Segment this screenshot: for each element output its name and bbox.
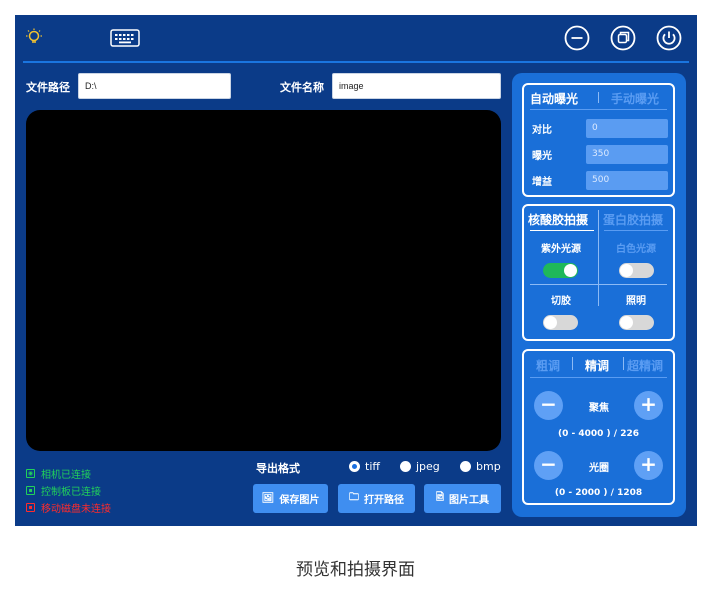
- side-panel: 自动曝光 手动曝光 对比 0 曝光 350 增益 500 核酸胶拍摄 蛋白胶拍摄…: [512, 73, 686, 517]
- minimize-icon[interactable]: [563, 24, 591, 52]
- board-icon: ▪: [26, 486, 35, 495]
- filename-input[interactable]: image: [332, 73, 501, 99]
- radio-tiff[interactable]: tiff: [349, 460, 380, 473]
- adjust-card: 粗调 精调 超精调 − 聚焦 + (0 - 4000 ) / 226 − 光圈 …: [522, 349, 675, 505]
- camera-icon: ◉: [26, 469, 35, 478]
- radio-dot: [400, 461, 411, 472]
- tab-divider: [572, 357, 573, 370]
- aperture-decrease-button[interactable]: −: [534, 451, 563, 480]
- tab-auto-exposure[interactable]: 自动曝光: [530, 90, 578, 107]
- keyboard-icon[interactable]: [109, 28, 141, 48]
- focus-increase-button[interactable]: +: [634, 391, 663, 420]
- image-icon: 🖼: [261, 493, 275, 504]
- disk-status: ▪ 移动磁盘未连接: [26, 500, 111, 515]
- disk-icon: ▪: [26, 503, 35, 512]
- toggle-knob: [620, 264, 633, 277]
- gain-label: 增益: [532, 177, 552, 188]
- tab-manual-exposure[interactable]: 手动曝光: [611, 90, 659, 107]
- uv-light-toggle[interactable]: [543, 263, 578, 278]
- open-path-button[interactable]: 🗀 打开路径: [338, 484, 415, 513]
- top-toolbar: [15, 15, 697, 60]
- page-caption: 预览和拍摄界面: [296, 560, 415, 580]
- tab-divider: [623, 357, 624, 370]
- focus-label: 聚焦: [589, 403, 609, 414]
- radio-dot-selected: [349, 461, 360, 472]
- focus-decrease-button[interactable]: −: [534, 391, 563, 420]
- gain-input[interactable]: 500: [586, 171, 668, 190]
- power-icon[interactable]: [655, 24, 683, 52]
- cut-gel-toggle[interactable]: [543, 315, 578, 330]
- radio-jpeg-label: jpeg: [416, 460, 440, 473]
- path-input[interactable]: D:\: [78, 73, 231, 99]
- illumination-toggle[interactable]: [619, 315, 654, 330]
- camera-preview: [26, 110, 501, 451]
- toggle-knob: [544, 316, 557, 329]
- camera-status: ◉ 相机已连接: [26, 466, 91, 481]
- focus-range: (0 - 4000 ) / 226: [557, 429, 639, 439]
- radio-bmp-label: bmp: [476, 460, 501, 473]
- aperture-label: 光圈: [589, 463, 609, 474]
- tab-coarse[interactable]: 粗调: [536, 357, 560, 374]
- image-tools-label: 图片工具: [449, 495, 490, 506]
- save-image-label: 保存图片: [279, 495, 320, 506]
- row-divider: [530, 284, 667, 285]
- cut-gel-label: 切胶: [551, 296, 571, 307]
- tab-underline-right: [604, 230, 668, 231]
- exposure-label: 曝光: [532, 151, 552, 162]
- tab-underline-left: [530, 230, 594, 231]
- tab-fine[interactable]: 精调: [585, 357, 609, 374]
- illumination-label: 照明: [626, 296, 646, 307]
- path-label: 文件路径: [26, 81, 70, 94]
- tab-nucleic-capture[interactable]: 核酸胶拍摄: [528, 211, 588, 228]
- lightbulb-icon[interactable]: [24, 27, 44, 47]
- save-image-button[interactable]: 🖼 保存图片: [253, 484, 328, 513]
- exposure-input[interactable]: 350: [586, 145, 668, 164]
- board-status: ▪ 控制板已连接: [26, 483, 101, 498]
- filename-label: 文件名称: [280, 81, 324, 94]
- tab-protein-capture[interactable]: 蛋白胶拍摄: [603, 211, 663, 228]
- white-light-toggle[interactable]: [619, 263, 654, 278]
- tab-underline: [530, 377, 667, 378]
- toolbar-divider: [23, 61, 689, 63]
- toggle-knob: [564, 264, 577, 277]
- app-window: 文件路径 D:\ 文件名称 image ◉ 相机已连接 ▪ 控制板已连接 ▪ 移…: [15, 15, 697, 526]
- tab-divider: [598, 92, 599, 103]
- radio-tiff-label: tiff: [365, 460, 380, 473]
- contrast-label: 对比: [532, 125, 552, 136]
- camera-status-text: 相机已连接: [41, 470, 91, 481]
- open-path-label: 打开路径: [364, 495, 404, 506]
- uv-light-label: 紫外光源: [541, 244, 581, 255]
- export-format-label: 导出格式: [256, 462, 300, 475]
- tab-underline: [530, 109, 667, 110]
- toggle-knob: [620, 316, 633, 329]
- image-tools-button[interactable]: 🖻 图片工具: [424, 484, 501, 513]
- picture-icon: 🖻: [435, 492, 445, 503]
- restore-icon[interactable]: [609, 24, 637, 52]
- folder-icon: 🗀: [349, 492, 359, 503]
- disk-status-text: 移动磁盘未连接: [41, 504, 111, 515]
- aperture-increase-button[interactable]: +: [634, 451, 663, 480]
- board-status-text: 控制板已连接: [41, 487, 101, 498]
- radio-jpeg[interactable]: jpeg: [400, 460, 440, 473]
- aperture-range: (0 - 2000 ) / 1208: [554, 488, 643, 498]
- capture-card: 核酸胶拍摄 蛋白胶拍摄 紫外光源 白色光源 切胶 照明: [522, 204, 675, 341]
- exposure-card: 自动曝光 手动曝光 对比 0 曝光 350 增益 500: [522, 83, 675, 197]
- radio-bmp[interactable]: bmp: [460, 460, 501, 473]
- radio-dot: [460, 461, 471, 472]
- white-light-label: 白色光源: [616, 244, 656, 255]
- contrast-input[interactable]: 0: [586, 119, 668, 138]
- tab-super-fine[interactable]: 超精调: [627, 357, 663, 374]
